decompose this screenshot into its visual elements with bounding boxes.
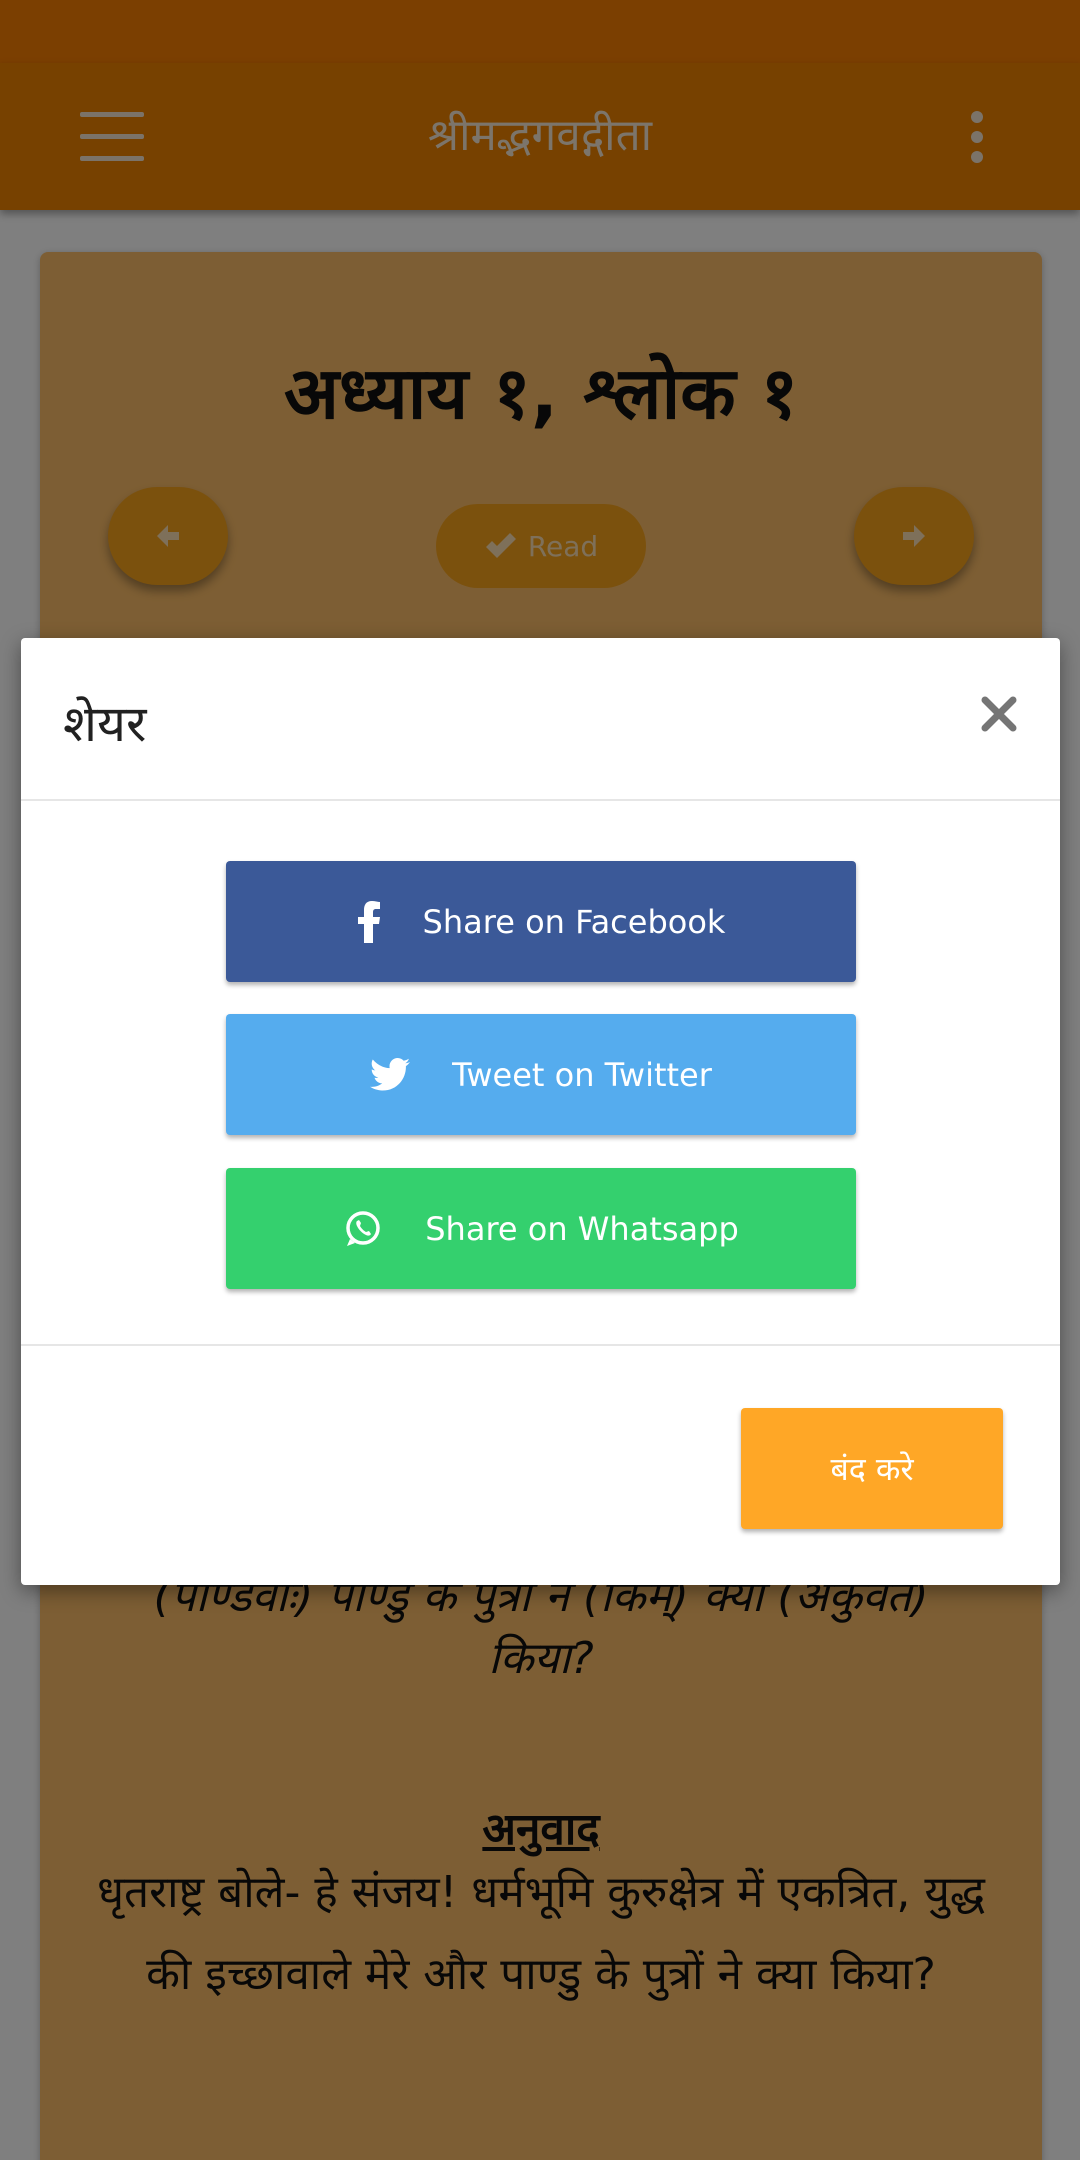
dialog-header: शेयर [21, 638, 1060, 801]
tweet-twitter-label: Tweet on Twitter [452, 1055, 712, 1094]
close-icon[interactable] [979, 694, 1019, 734]
share-facebook-label: Share on Facebook [422, 902, 726, 941]
whatsapp-icon [346, 1210, 380, 1246]
dialog-title: शेयर [63, 695, 147, 753]
twitter-icon [370, 1057, 411, 1090]
tweet-twitter-button[interactable]: Tweet on Twitter [226, 1014, 856, 1135]
close-dialog-button[interactable]: बंद करे [741, 1408, 1003, 1529]
share-whatsapp-label: Share on Whatsapp [425, 1209, 739, 1248]
dialog-footer: बंद करे [21, 1346, 1060, 1585]
dialog-body: Share on Facebook Tweet on Twitter Share… [21, 801, 1060, 1346]
share-facebook-button[interactable]: Share on Facebook [226, 861, 856, 982]
share-whatsapp-button[interactable]: Share on Whatsapp [226, 1168, 856, 1289]
share-dialog: शेयर Share on Facebook Tweet on Twitter … [21, 638, 1060, 1585]
facebook-icon [357, 900, 380, 943]
